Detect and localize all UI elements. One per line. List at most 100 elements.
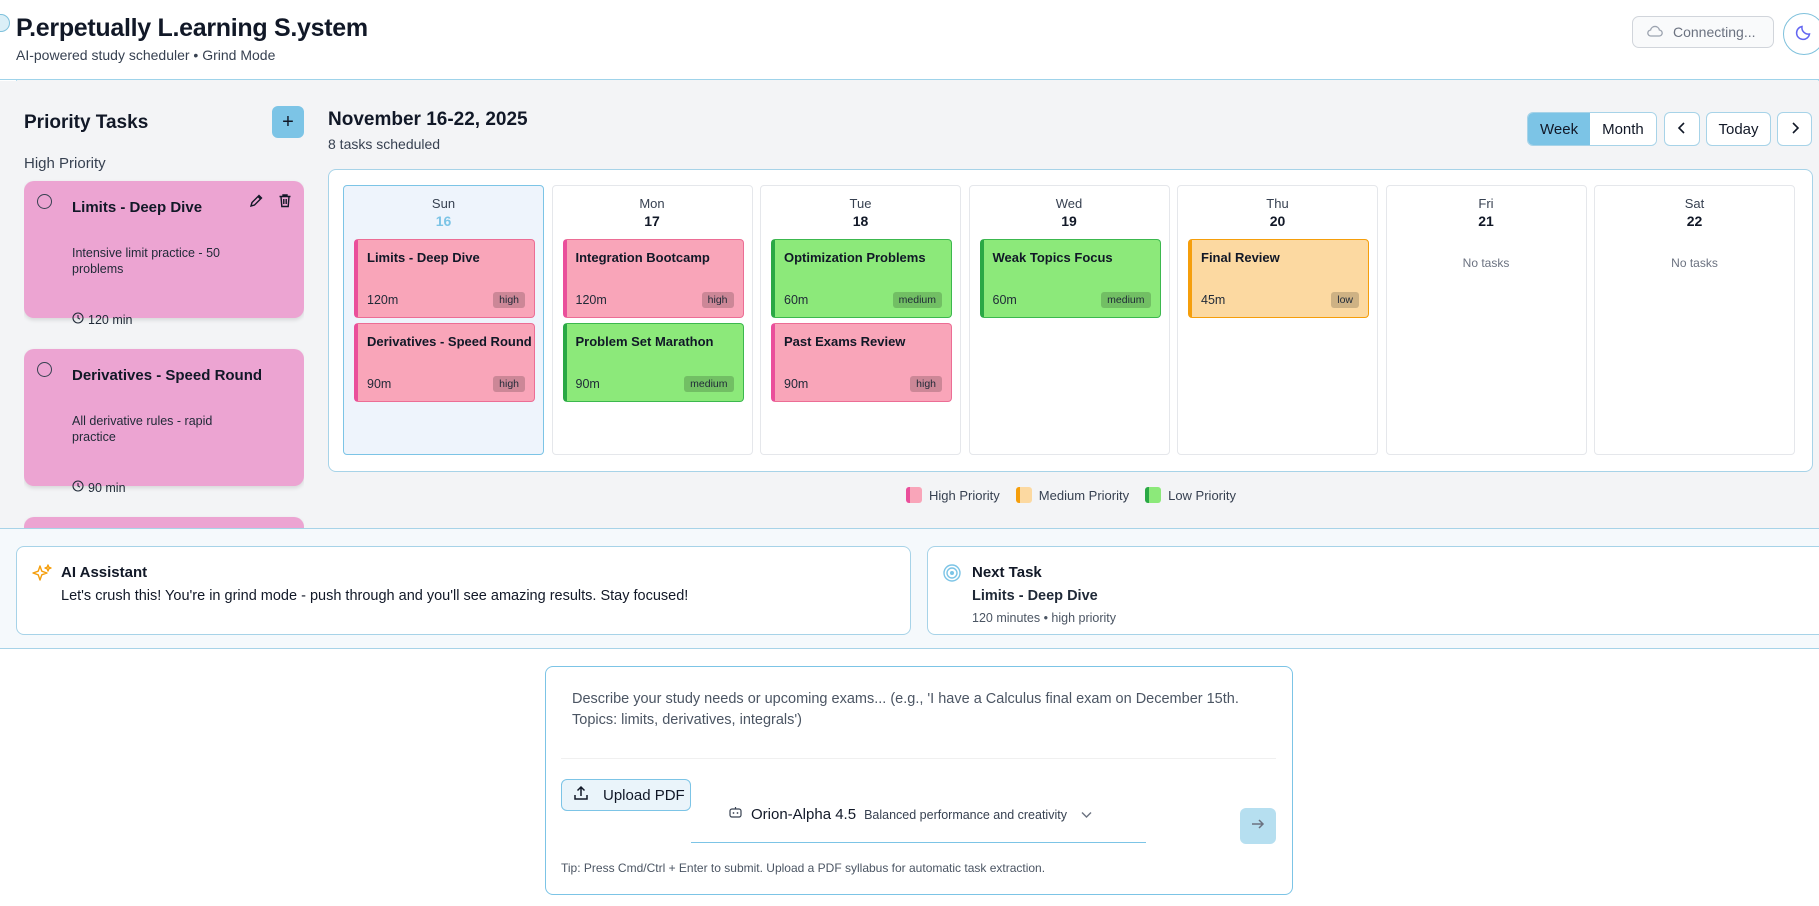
legend-item: High Priority [906, 487, 1000, 503]
task-card[interactable]: Limits - Deep Dive Intensive limit pract… [24, 181, 304, 327]
legend-label: Medium Priority [1038, 487, 1130, 503]
event-duration: 45m [1201, 293, 1226, 307]
task-description: All derivative rules - rapid practice [72, 414, 213, 444]
next-week-button[interactable] [1777, 112, 1812, 146]
sidebar-title: Priority Tasks [24, 112, 149, 133]
event-title: Optimization Problems [784, 250, 926, 265]
day-column-sun[interactable]: Sun 16 Limits - Deep Dive 120m high Derivativ… [343, 185, 544, 455]
day-number: 22 [1686, 213, 1703, 229]
week-calendar: Sun 16 Limits - Deep Dive 120m high Derivativ… [328, 169, 1813, 472]
submit-button[interactable] [1240, 808, 1276, 844]
no-tasks-label: No tasks [1462, 256, 1510, 270]
next-task-card: Next Task Limits - Deep Dive 120 minutes… [927, 546, 1819, 635]
day-column-mon[interactable]: Mon 17 Integration Bootcamp 120m high Problem… [551, 185, 753, 455]
upload-pdf-label: Upload PDF [603, 786, 685, 804]
priority-tasks-sidebar: Priority Tasks + High Priority Limits - … [24, 81, 304, 529]
day-number: 20 [1269, 213, 1286, 229]
priority-badge: high [701, 292, 734, 308]
priority-group-label: High Priority [24, 155, 106, 172]
event-title: Weak Topics Focus [992, 250, 1113, 265]
calendar-event[interactable]: Derivatives - Speed Round 90m high [354, 323, 535, 402]
calendar-event[interactable]: Problem Set Marathon 90m medium [562, 323, 744, 402]
legend-item: Medium Priority [1015, 487, 1130, 503]
task-description: Intensive limit practice - 50 problems [72, 246, 220, 276]
day-number: 16 [435, 213, 452, 229]
model-select[interactable]: Orion-Alpha 4.5 Balanced performance and… [716, 795, 1106, 834]
week-view-button[interactable]: Week [1528, 113, 1591, 145]
event-duration: 60m [992, 293, 1017, 307]
task-complete-radio[interactable] [37, 362, 52, 377]
calendar-event[interactable]: Integration Bootcamp 120m high [562, 239, 744, 318]
day-name: Wed [1055, 196, 1083, 211]
calendar-event[interactable]: Weak Topics Focus 60m medium [979, 239, 1161, 318]
trash-icon[interactable] [278, 193, 292, 213]
calendar-event[interactable]: Limits - Deep Dive 120m high [354, 239, 535, 318]
legend-swatch [906, 487, 922, 503]
next-task-name: Limits - Deep Dive [972, 588, 1098, 604]
day-column-fri[interactable]: Fri 21 No tasks [1385, 185, 1587, 455]
next-task-meta: 120 minutes • high priority [972, 611, 1117, 625]
logo-icon [0, 14, 10, 32]
study-input-panel: Describe your study needs or upcoming ex… [545, 666, 1293, 895]
priority-badge: medium [1101, 292, 1151, 308]
chevron-right-icon [1790, 121, 1800, 138]
task-title: Derivatives - Speed Round [72, 367, 263, 384]
calendar-event[interactable]: Final Review 45m low [1188, 239, 1369, 318]
day-name: Thu [1266, 196, 1289, 211]
model-description: Balanced performance and creativity [864, 807, 1067, 822]
month-view-button[interactable]: Month [1590, 113, 1656, 145]
legend-swatch [1145, 487, 1162, 503]
event-duration: 120m [367, 293, 399, 307]
chevron-left-icon [1677, 121, 1687, 138]
day-column-wed[interactable]: Wed 19 Weak Topics Focus 60m medium [968, 185, 1170, 455]
calendar-event[interactable]: Past Exams Review 90m high [771, 323, 952, 402]
edit-icon[interactable] [249, 193, 264, 213]
ai-assistant-title: AI Assistant [61, 564, 148, 581]
priority-legend: High Priority Medium Priority Low Priori… [906, 487, 1236, 503]
prev-week-button[interactable] [1664, 112, 1700, 146]
add-task-button[interactable]: + [272, 106, 304, 138]
legend-item: Low Priority [1145, 487, 1236, 503]
next-task-title: Next Task [972, 564, 1042, 581]
model-name: Orion-Alpha 4.5 [751, 806, 857, 823]
moon-icon [1795, 23, 1813, 46]
info-strip: AI Assistant Let's crush this! You're in… [0, 528, 1819, 649]
chevron-down-icon [1081, 806, 1092, 824]
plus-icon: + [282, 110, 294, 133]
model-select-underline [691, 842, 1146, 843]
event-title: Integration Bootcamp [575, 250, 710, 265]
day-column-thu[interactable]: Thu 20 Final Review 45m low [1177, 185, 1378, 455]
task-complete-radio[interactable] [37, 194, 52, 209]
event-title: Final Review [1201, 250, 1280, 265]
day-name: Sat [1684, 196, 1705, 211]
target-icon [942, 563, 962, 588]
task-duration: 120 min [72, 312, 132, 327]
event-title: Derivatives - Speed Round [367, 334, 532, 349]
upload-pdf-button[interactable]: Upload PDF [561, 779, 691, 811]
day-column-tue[interactable]: Tue 18 Optimization Problems 60m medium Past … [760, 185, 961, 455]
day-name: Sun [431, 196, 456, 211]
clock-icon [72, 312, 84, 327]
bot-icon [728, 805, 743, 825]
day-column-sat[interactable]: Sat 22 No tasks [1594, 185, 1795, 455]
ai-assistant-message: Let's crush this! You're in grind mode -… [61, 588, 689, 604]
calendar-range-title: November 16-22, 2025 [328, 109, 528, 130]
today-button[interactable]: Today [1706, 112, 1771, 146]
app-title: P.erpetually L.earning S.ystem [16, 14, 368, 42]
sparkles-icon [31, 563, 53, 590]
app-subtitle: AI-powered study scheduler • Grind Mode [16, 47, 276, 63]
task-card[interactable]: Derivatives - Speed Round All derivative… [24, 349, 304, 495]
study-needs-textarea[interactable]: Describe your study needs or upcoming ex… [561, 682, 1276, 759]
legend-label: High Priority [929, 487, 1000, 503]
task-duration-text: 120 min [88, 312, 133, 327]
event-duration: 90m [575, 377, 600, 391]
upload-icon [573, 785, 589, 805]
calendar-event[interactable]: Optimization Problems 60m medium [771, 239, 952, 318]
priority-badge: high [493, 292, 525, 308]
priority-badge: medium [684, 376, 734, 392]
clock-icon [72, 480, 84, 495]
event-duration: 90m [367, 377, 392, 391]
ai-assistant-card: AI Assistant Let's crush this! You're in… [16, 546, 911, 635]
event-duration: 60m [784, 293, 809, 307]
theme-toggle-button[interactable] [1783, 13, 1819, 55]
